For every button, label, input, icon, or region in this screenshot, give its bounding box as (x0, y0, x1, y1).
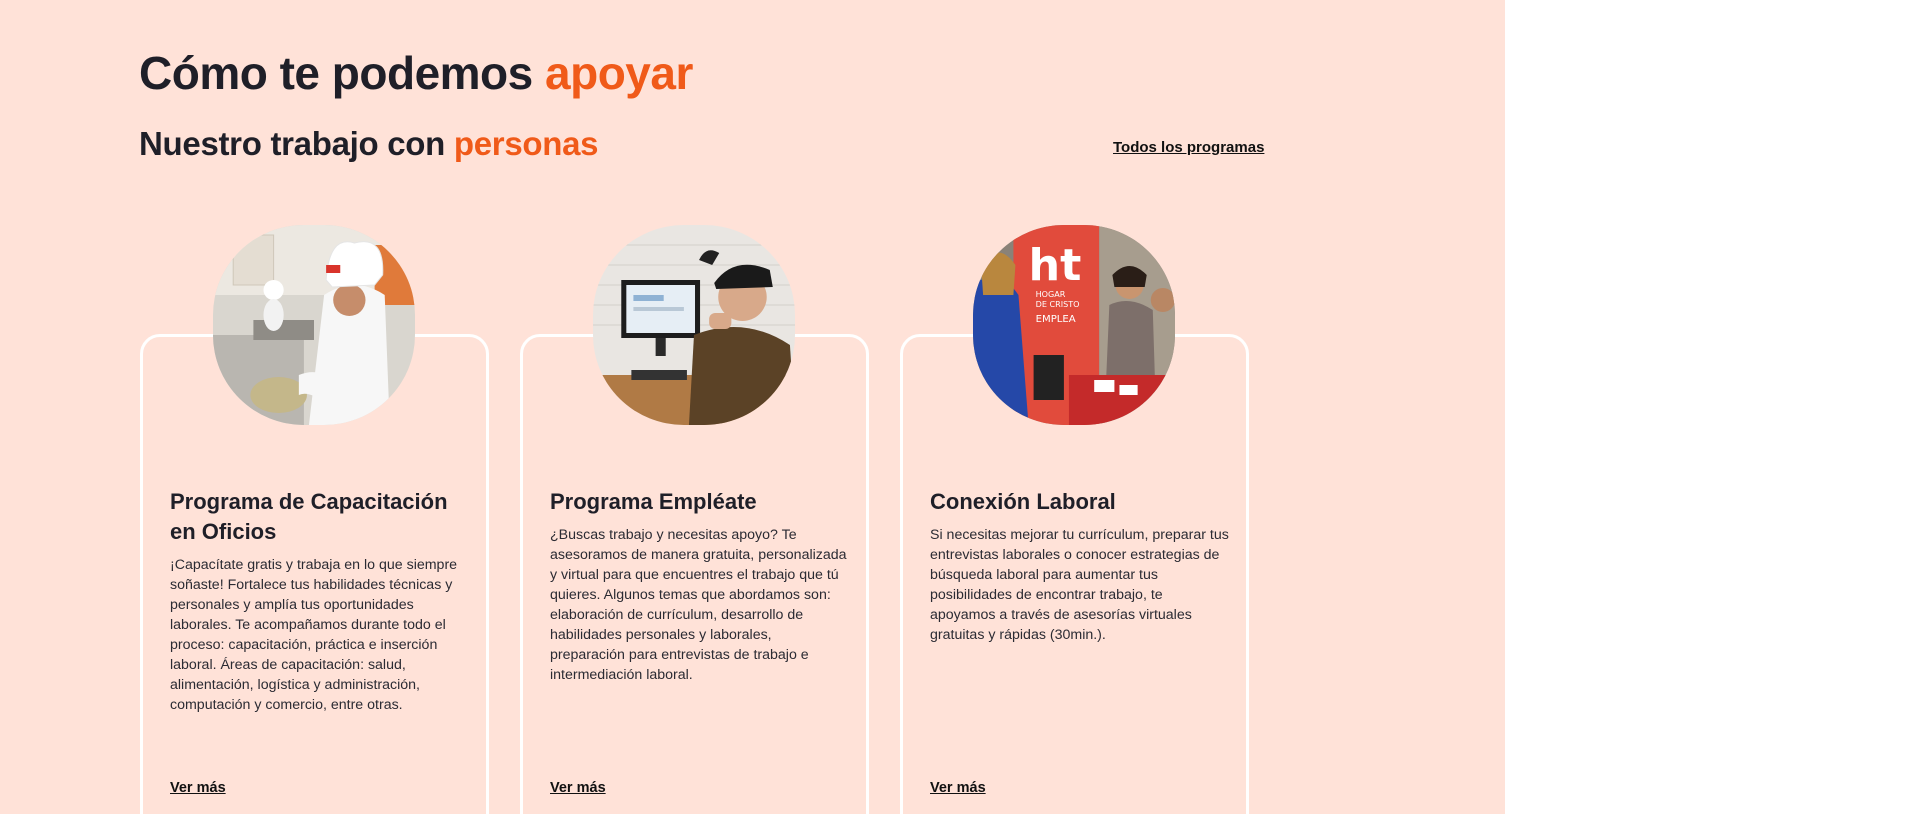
card-description: Si necesitas mejorar tu currículum, prep… (930, 527, 1229, 643)
ver-mas-link[interactable]: Ver más (930, 780, 986, 796)
ver-mas-link[interactable]: Ver más (170, 780, 226, 796)
heading-accent: apoyar (545, 47, 693, 99)
banner-logo: ht (1029, 240, 1082, 291)
support-section: Cómo te podemos apoyar Nuestro trabajo c… (0, 0, 1505, 814)
subheading-accent: personas (453, 125, 599, 162)
ver-mas-link[interactable]: Ver más (550, 780, 606, 796)
section-heading: Cómo te podemos apoyar (139, 48, 693, 99)
card-title: Conexión Laboral (930, 489, 1116, 514)
banner-line-3: EMPLEA (1036, 314, 1076, 325)
man-at-computer-photo (593, 225, 795, 425)
card-title: Programa de Capacitación en Oficios (170, 489, 448, 544)
card-description: ¿Buscas trabajo y necesitas apoyo? Te as… (550, 527, 847, 683)
all-programs-link[interactable]: Todos los programas (1113, 139, 1264, 156)
card-description: ¡Capacítate gratis y trabaja en lo que s… (170, 557, 458, 713)
banner-line-1: HOGAR (1036, 290, 1066, 299)
chef-trainee-photo (213, 225, 415, 425)
banner-line-2: DE CRISTO (1036, 300, 1080, 309)
card-title: Programa Empléate (550, 489, 757, 514)
subheading-prefix: Nuestro trabajo con (139, 125, 454, 162)
job-fair-photo: ht HOGAR DE CRISTO EMPLEA (973, 225, 1175, 425)
heading-prefix: Cómo te podemos (139, 47, 546, 99)
section-subheading: Nuestro trabajo con personas (139, 125, 599, 162)
